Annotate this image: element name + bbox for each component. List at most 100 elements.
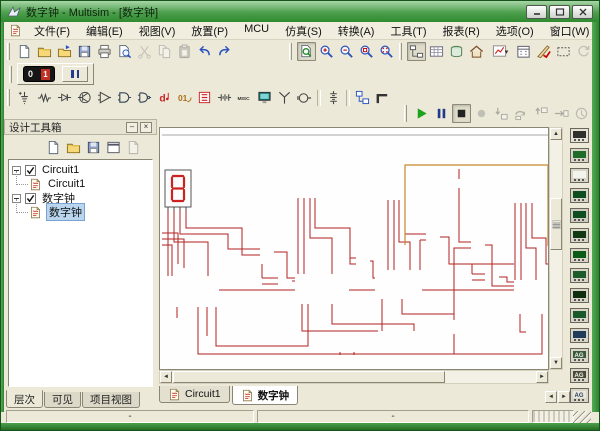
run-simulation-icon[interactable]: [412, 104, 431, 123]
scroll-down-button[interactable]: ▼: [550, 357, 562, 369]
place-diode-icon[interactable]: [55, 88, 74, 107]
schematic-canvas[interactable]: [159, 127, 549, 370]
place-virtual-component-icon[interactable]: [324, 88, 343, 107]
zoom-area-icon[interactable]: [357, 42, 376, 61]
new-sheet-icon[interactable]: [44, 138, 63, 157]
back-annotate-icon[interactable]: [574, 42, 593, 61]
run-to-cursor-icon[interactable]: [552, 104, 571, 123]
place-transistor-icon[interactable]: [75, 88, 94, 107]
place-indicator-icon[interactable]: [195, 88, 214, 107]
save-design-icon[interactable]: [84, 138, 103, 157]
new-file-icon[interactable]: [15, 42, 34, 61]
place-bus-icon[interactable]: [373, 88, 392, 107]
menu-item-reports[interactable]: 报表(R): [435, 22, 488, 40]
seven-segment-display-U17[interactable]: [165, 170, 191, 211]
minimize-button[interactable]: [526, 5, 547, 19]
copy-icon[interactable]: [155, 42, 174, 61]
record-simulation-icon[interactable]: [472, 104, 491, 123]
panel-tab-层次[interactable]: 层次: [6, 390, 43, 408]
logic-analyzer-icon[interactable]: [570, 288, 589, 303]
four-channel-oscilloscope-icon[interactable]: [570, 208, 589, 223]
close-button[interactable]: [572, 5, 593, 19]
panel-minimize-button[interactable]: –: [126, 122, 138, 133]
print-icon[interactable]: [95, 42, 114, 61]
panel-tab-项目视图[interactable]: 项目视图: [82, 392, 140, 408]
orange-wire[interactable]: [405, 165, 548, 246]
zoom-full-page-icon[interactable]: [297, 42, 316, 61]
place-misc-icon[interactable]: MISC: [235, 88, 254, 107]
function-generator-icon[interactable]: [570, 148, 589, 163]
oscilloscope-icon[interactable]: [570, 188, 589, 203]
menu-item-tools[interactable]: 工具(T): [382, 22, 434, 40]
toolbar-handle[interactable]: [7, 43, 10, 60]
zoom-in-icon[interactable]: [317, 42, 336, 61]
menu-item-window[interactable]: 窗口(W): [542, 22, 598, 40]
iv-analyzer-icon[interactable]: [570, 328, 589, 343]
scroll-up-button[interactable]: ▲: [550, 128, 562, 140]
simulation-log-icon[interactable]: [572, 104, 591, 123]
panel-close-button[interactable]: ×: [140, 122, 152, 133]
save-file-icon[interactable]: [75, 42, 94, 61]
horizontal-scroll-thumb[interactable]: [173, 371, 445, 383]
step-into-icon[interactable]: [492, 104, 511, 123]
place-power-icon[interactable]: [215, 88, 234, 107]
frequency-counter-icon[interactable]: [570, 248, 589, 263]
design-toolbox-header[interactable]: 设计工具箱 – ×: [4, 119, 157, 135]
toolbar-handle[interactable]: [289, 43, 292, 60]
place-analog-icon[interactable]: [95, 88, 114, 107]
place-rf-icon[interactable]: [275, 88, 294, 107]
zoom-fit-icon[interactable]: [377, 42, 396, 61]
multimeter-icon[interactable]: [570, 128, 589, 143]
place-electromechanical-icon[interactable]: [295, 88, 314, 107]
word-generator-icon[interactable]: [570, 268, 589, 283]
zoom-out-icon[interactable]: [337, 42, 356, 61]
sheet-tab-数字钟[interactable]: 数字钟: [232, 386, 299, 405]
toolbar-handle[interactable]: [399, 43, 402, 60]
capture-area-icon[interactable]: [554, 42, 573, 61]
sheet-tab-Circuit1[interactable]: Circuit1: [159, 386, 230, 403]
bode-plotter-icon[interactable]: [570, 228, 589, 243]
tree-item-Circuit1[interactable]: Circuit1: [9, 163, 152, 177]
agilent-function-generator-icon[interactable]: AG: [570, 348, 589, 363]
tab-scroll-left-button[interactable]: ◄: [545, 391, 557, 403]
resize-grip[interactable]: [573, 411, 591, 423]
place-cmos-icon[interactable]: [135, 88, 154, 107]
document-properties-icon[interactable]: [124, 138, 143, 157]
cut-icon[interactable]: [135, 42, 154, 61]
redo-icon[interactable]: [215, 42, 234, 61]
place-source-icon[interactable]: [15, 88, 34, 107]
measurement-probe-icon[interactable]: AG: [570, 388, 589, 403]
toolbar-handle[interactable]: [7, 89, 10, 106]
paste-icon[interactable]: [175, 42, 194, 61]
tree-item-Circuit1[interactable]: Circuit1: [9, 177, 152, 191]
grapher-icon[interactable]: ▾: [487, 42, 513, 61]
open-file-icon[interactable]: [35, 42, 54, 61]
stop-simulation-icon[interactable]: [452, 104, 471, 123]
new-window-icon[interactable]: [104, 138, 123, 157]
menu-item-view[interactable]: 视图(V): [131, 22, 184, 40]
scroll-right-button[interactable]: ►: [536, 371, 548, 383]
toolbar-handle[interactable]: [404, 105, 407, 122]
toolbar-handle[interactable]: [9, 66, 12, 83]
menu-item-mcu[interactable]: MCU: [236, 22, 277, 40]
place-mixed-icon[interactable]: 01: [175, 88, 194, 107]
panel-tab-可见[interactable]: 可见: [44, 392, 81, 408]
scroll-left-button[interactable]: ◄: [160, 371, 172, 383]
vertical-scroll-thumb[interactable]: [550, 198, 562, 250]
undo-icon[interactable]: [195, 42, 214, 61]
canvas-vertical-scrollbar[interactable]: ▲ ▼: [549, 127, 563, 370]
menu-item-transfer[interactable]: 转换(A): [330, 22, 383, 40]
menu-item-options[interactable]: 选项(O): [488, 22, 542, 40]
menu-item-place[interactable]: 放置(P): [183, 22, 236, 40]
spreadsheet-view-icon[interactable]: [427, 42, 446, 61]
wattmeter-icon[interactable]: [570, 168, 589, 183]
pause-switch-button[interactable]: [62, 66, 88, 82]
design-toolbox-toggle-icon[interactable]: [407, 42, 426, 61]
postprocessor-icon[interactable]: [514, 42, 533, 61]
pause-simulation-icon[interactable]: [432, 104, 451, 123]
place-hierarchical-block-icon[interactable]: [353, 88, 372, 107]
step-over-icon[interactable]: [512, 104, 531, 123]
place-advanced-peripherals-icon[interactable]: [255, 88, 274, 107]
place-misc-digital-icon[interactable]: d: [155, 88, 174, 107]
run-toggle-switch[interactable]: 0 1: [23, 66, 55, 82]
